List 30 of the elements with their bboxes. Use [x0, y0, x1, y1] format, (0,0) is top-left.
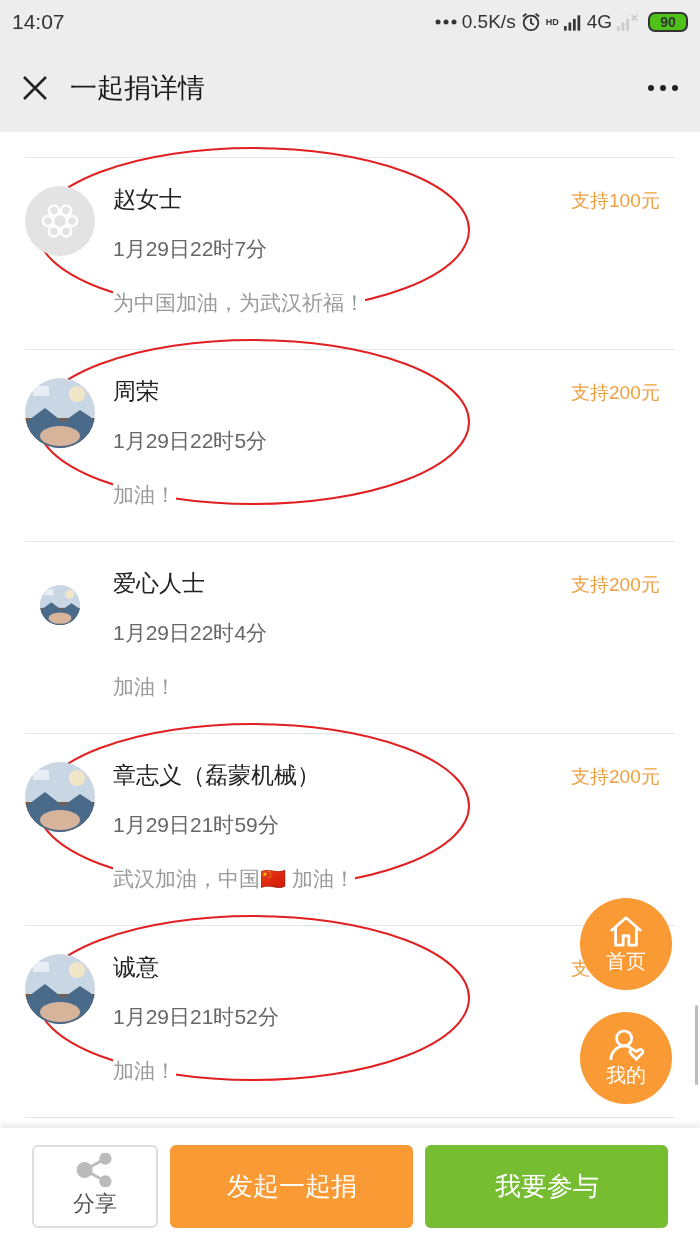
donation-time: 1月29日21时59分: [113, 812, 279, 838]
donation-amount: 支持100元: [571, 189, 660, 213]
hd-label: HD: [545, 15, 559, 29]
donation-time: 1月29日22时7分: [113, 236, 268, 262]
donation-time: 1月29日21时52分: [113, 1004, 279, 1030]
page-title: 一起捐详情: [70, 71, 205, 105]
close-icon[interactable]: [22, 75, 48, 101]
float-button[interactable]: 我的: [580, 1012, 672, 1104]
donation-amount: 支持200元: [571, 765, 660, 789]
status-time: 14:07: [12, 9, 65, 36]
join-button[interactable]: 我要参与: [425, 1144, 668, 1228]
alarm-icon: [520, 12, 541, 32]
donor-name: 章志义（磊蒙机械）: [113, 761, 320, 790]
donation-amount: 支持200元: [571, 381, 660, 405]
donor-name: 赵女士: [113, 185, 182, 214]
donation-time: 1月29日22时4分: [113, 620, 268, 646]
signal-icon: [563, 13, 582, 31]
network-speed: 0.5K/s: [461, 9, 516, 34]
signal-off-icon: [617, 13, 639, 31]
network-type: 4G: [586, 9, 612, 34]
donation-amount: 支持200元: [571, 573, 660, 597]
battery-icon: 90: [648, 12, 688, 32]
dots-icon: [434, 19, 457, 25]
donor-name: 周荣: [113, 377, 159, 406]
donation-time: 1月29日22时5分: [113, 428, 268, 454]
donor-name: 诚意: [113, 953, 159, 982]
more-icon[interactable]: [648, 85, 678, 91]
donor-name: 爱心人士: [113, 569, 205, 598]
share-button[interactable]: 分享: [32, 1144, 158, 1228]
start-donation-button[interactable]: 发起一起捐: [170, 1144, 413, 1228]
